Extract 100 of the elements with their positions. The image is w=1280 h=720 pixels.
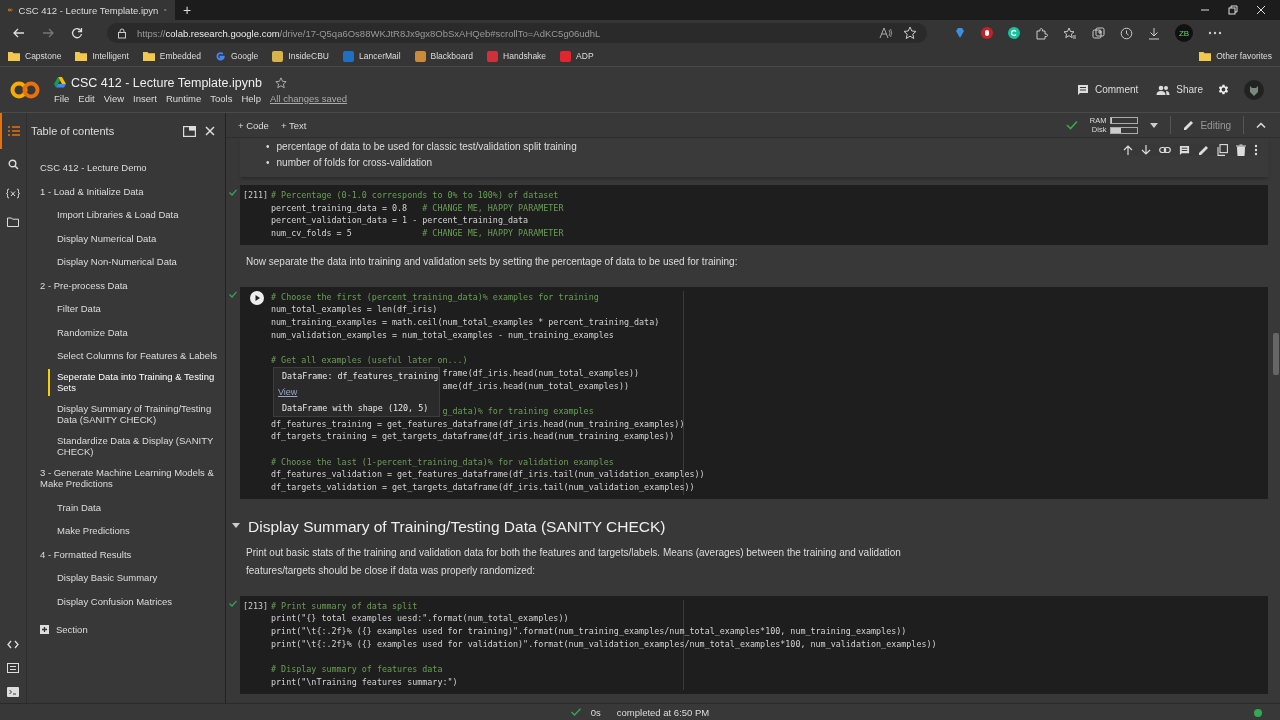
- toc-item[interactable]: Train Data: [48, 499, 101, 515]
- back-icon[interactable]: [12, 26, 26, 40]
- folder-icon: [142, 51, 155, 61]
- delete-icon[interactable]: [1236, 144, 1246, 156]
- bullet-marker: •: [266, 140, 270, 154]
- menu-item[interactable]: Tools: [210, 92, 233, 104]
- menu-item[interactable]: Edit: [78, 92, 95, 104]
- toc-item[interactable]: Import Libraries & Load Data: [48, 207, 179, 223]
- add-section-button[interactable]: Section: [40, 624, 225, 635]
- history-icon[interactable]: [1120, 26, 1133, 40]
- code-icon[interactable]: [7, 640, 19, 649]
- code-line: # Get all examples (useful later on...): [271, 354, 468, 367]
- code-line: percent_training_data = 0.8 # CHANGE ME, HAPPY PARAMETER: [271, 201, 564, 215]
- more-icon[interactable]: [1254, 144, 1258, 156]
- scrollbar-thumb[interactable]: [1273, 333, 1279, 375]
- bookmark[interactable]: Capstone: [8, 51, 62, 61]
- expanded-caret-icon[interactable]: [232, 523, 240, 530]
- terminal-icon[interactable]: [7, 687, 19, 697]
- toc-item[interactable]: 3 - Generate Machine Learning Models & Make Predictions: [31, 464, 217, 492]
- toc-item[interactable]: Make Predictions: [48, 523, 130, 539]
- people-icon: [1156, 84, 1171, 95]
- code-line: percent_validation_data = 1 - percent_training_data: [271, 214, 529, 228]
- mirror-cell-icon[interactable]: [1217, 144, 1228, 156]
- notebook-title[interactable]: CSC 412 - Lecture Template.ipynb: [71, 75, 262, 90]
- folder-icon: [1199, 51, 1212, 61]
- add-code-button[interactable]: + Code: [238, 119, 269, 131]
- code-line: # Choose the first (percent_training_data)% examples for training: [271, 290, 599, 304]
- search-icon[interactable]: [7, 159, 19, 170]
- edit-icon[interactable]: [1198, 144, 1209, 156]
- bookmark[interactable]: Handshake: [487, 50, 547, 62]
- puzzle-icon[interactable]: [1035, 26, 1048, 40]
- restore-icon[interactable]: [1228, 5, 1238, 15]
- collapse-icon[interactable]: [1256, 122, 1266, 128]
- variables-icon[interactable]: [6, 188, 20, 199]
- bookmark[interactable]: ADP: [560, 50, 594, 62]
- toc-item[interactable]: Standardize Data & Display (SANITY CHECK): [48, 432, 217, 460]
- code-line: g_data)% for training examples: [442, 404, 594, 418]
- favorite-star-icon[interactable]: [903, 26, 917, 40]
- new-tab-button[interactable]: +: [183, 2, 192, 18]
- new-window-icon[interactable]: [183, 125, 196, 137]
- bookmark[interactable]: LancerMail: [342, 50, 401, 62]
- table-of-contents-icon[interactable]: [8, 126, 20, 136]
- comment-button[interactable]: Comment: [1076, 83, 1139, 96]
- toc-item[interactable]: Display Confusion Matrices: [48, 593, 173, 609]
- move-up-icon[interactable]: [1123, 145, 1133, 155]
- menu-item[interactable]: Help: [241, 92, 261, 104]
- settings-icon[interactable]: [1217, 83, 1230, 96]
- toc-item[interactable]: Display Summary of Training/Testing Data (SANITY CHECK): [48, 400, 217, 428]
- move-down-icon[interactable]: [1141, 145, 1151, 155]
- share-button[interactable]: Share: [1156, 84, 1203, 95]
- view-link[interactable]: View: [278, 385, 298, 398]
- forward-icon[interactable]: [41, 26, 55, 40]
- bookmark[interactable]: Blackboard: [414, 50, 474, 62]
- toc-item[interactable]: Display Numerical Data: [48, 230, 157, 246]
- run-button[interactable]: [249, 290, 264, 305]
- bookmark[interactable]: InsideCBU: [272, 50, 329, 62]
- menu-item[interactable]: Runtime: [165, 92, 202, 104]
- more-icon[interactable]: [1208, 31, 1222, 35]
- folder-icon[interactable]: [7, 217, 19, 227]
- browser-tab[interactable]: CSC 412 - Lecture Template.ipyn: [0, 0, 175, 20]
- toc-item[interactable]: 4 - Formatted Results: [31, 546, 132, 562]
- toc-item[interactable]: Select Columns for Features & Labels: [48, 348, 217, 364]
- toc-item[interactable]: Display Basic Summary: [48, 570, 158, 586]
- toc-item[interactable]: Randomize Data: [48, 324, 128, 340]
- bookmark[interactable]: Intelligent: [75, 51, 129, 61]
- toc-item[interactable]: Filter Data: [48, 301, 101, 317]
- download-icon[interactable]: [1148, 26, 1160, 40]
- link-icon[interactable]: [1159, 146, 1171, 154]
- address-field[interactable]: https://colab.research.google.com/drive/17-Q5qa6Os88WKJtR8Jx9gx8ObSxAHQeb#scrollTo=AdKC5g06udhL: [107, 23, 927, 43]
- gem-icon[interactable]: [954, 27, 966, 39]
- toc-item[interactable]: Display Non-Numerical Data: [48, 254, 177, 270]
- close-icon[interactable]: [205, 126, 215, 136]
- toc-item[interactable]: 2 - Pre-process Data: [31, 277, 128, 293]
- extension-icon[interactable]: [1008, 27, 1020, 39]
- comment-icon[interactable]: [1179, 144, 1190, 156]
- refresh-icon[interactable]: [70, 26, 84, 40]
- toc-item[interactable]: CSC 412 - Lecture Demo: [31, 160, 147, 176]
- toc-item[interactable]: Seperate Data into Training & Testing Sets: [48, 368, 217, 396]
- caret-icon[interactable]: [1150, 122, 1159, 128]
- profile-avatar[interactable]: ZB: [1175, 24, 1193, 42]
- toc-item[interactable]: 1 - Load & Initialize Data: [31, 183, 144, 199]
- menu-item[interactable]: View: [103, 92, 125, 104]
- editing-mode-button[interactable]: Editing: [1183, 119, 1231, 131]
- save-status-link[interactable]: All changes saved: [270, 92, 348, 104]
- favorites-icon[interactable]: [1063, 26, 1077, 40]
- star-icon[interactable]: [274, 76, 287, 89]
- code-line: print("\t{:.2f}% ({} examples used for validation)".format(num_validation_examples/num_total_examples*100, num_validation_examples)): [271, 637, 937, 651]
- collections-icon[interactable]: [1092, 26, 1105, 40]
- menu-item[interactable]: File: [54, 92, 70, 104]
- user-avatar[interactable]: [1244, 79, 1264, 100]
- bookmark[interactable]: Embedded: [142, 51, 201, 61]
- code-line: # Choose the last (1-percent_training_data)% for validation examples: [271, 455, 614, 469]
- close-icon[interactable]: [1256, 5, 1266, 15]
- add-text-button[interactable]: + Text: [280, 119, 307, 131]
- menu-item[interactable]: Insert: [133, 92, 157, 104]
- hand-icon[interactable]: [981, 27, 993, 39]
- bookmark[interactable]: Google: [214, 50, 259, 62]
- command-palette-icon[interactable]: [7, 663, 19, 673]
- bookmark[interactable]: Other favorites: [1199, 51, 1272, 61]
- read-aloud-icon[interactable]: [879, 27, 893, 39]
